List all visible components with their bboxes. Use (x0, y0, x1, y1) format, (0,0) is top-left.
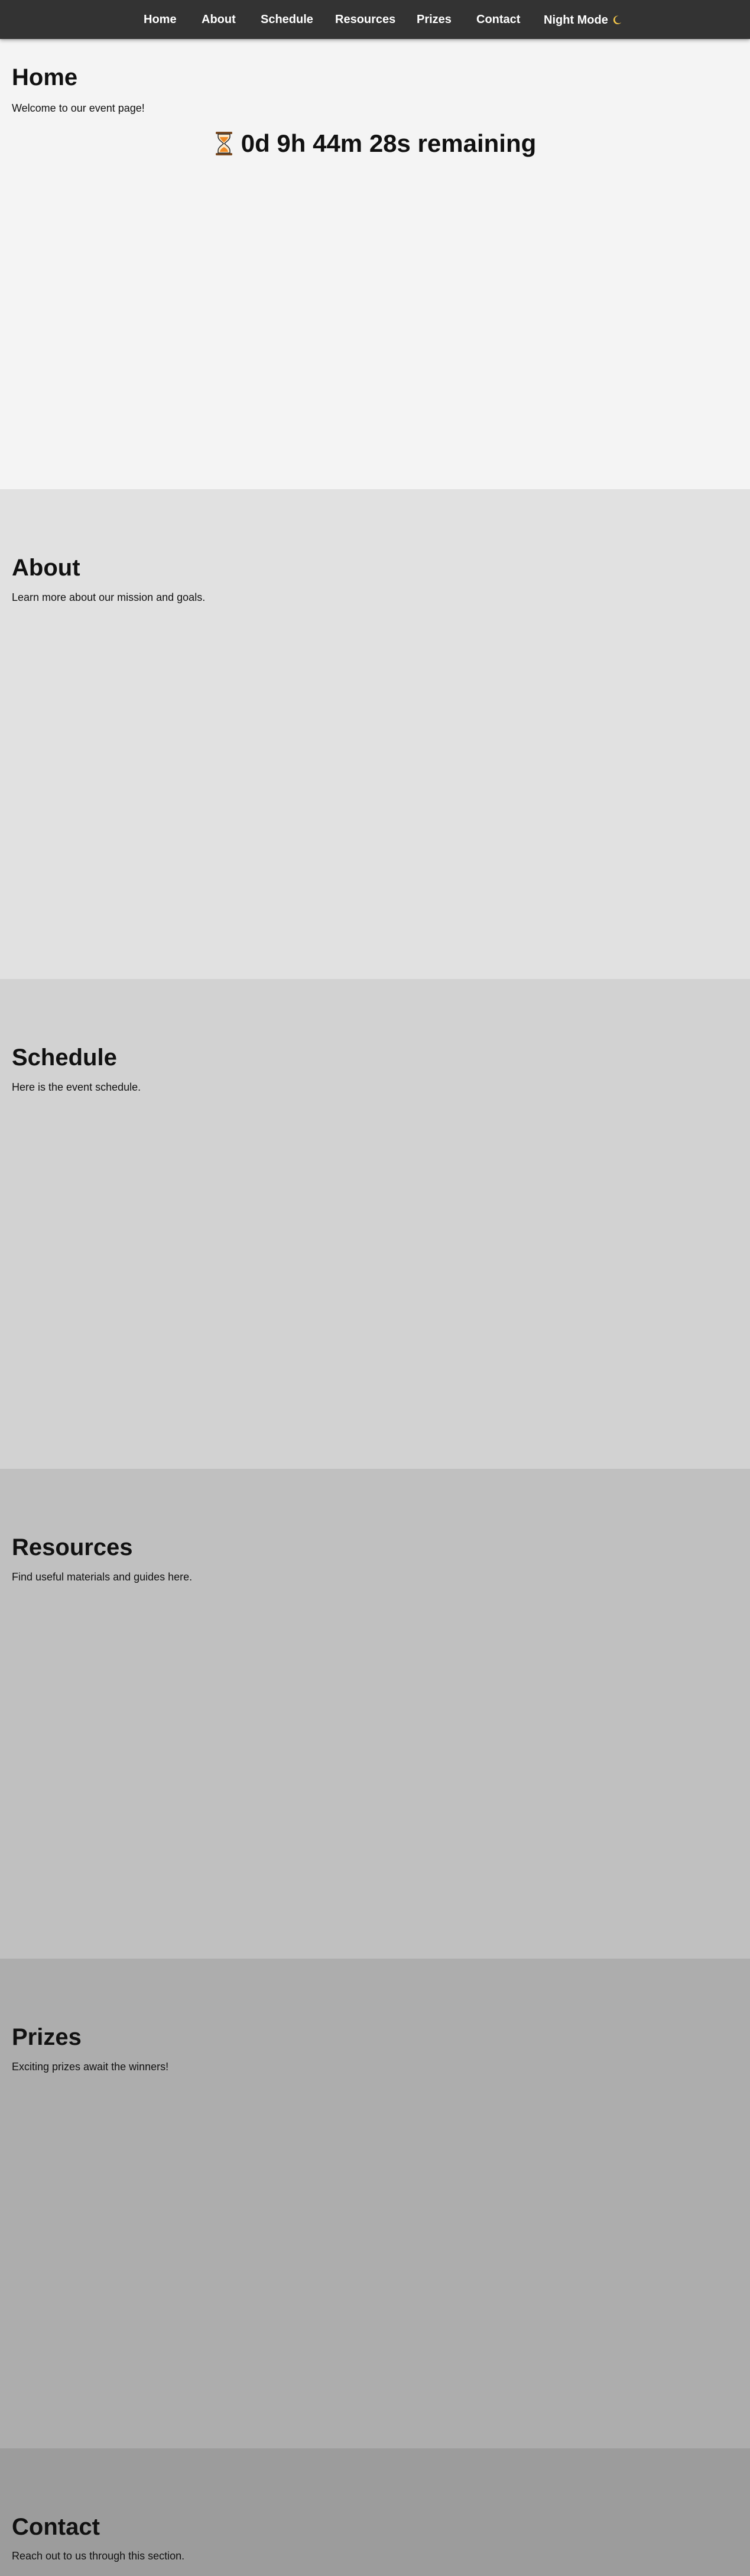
nav-link-contact[interactable]: Contact (476, 13, 520, 26)
countdown-timer: 0d 9h 44m 28s remaining (0, 129, 750, 158)
countdown-text: 0d 9h 44m 28s remaining (241, 129, 537, 157)
nav-link-home[interactable]: Home (144, 13, 177, 26)
section-contact-text: Reach out to us through this section. (12, 2550, 185, 2562)
section-about: About Learn more about our mission and g… (0, 489, 750, 979)
nav-link-about[interactable]: About (202, 13, 236, 26)
section-schedule: Schedule Here is the event schedule. (0, 979, 750, 1469)
section-schedule-title: Schedule (12, 1045, 117, 1071)
section-home: Home Welcome to our event page! 0d 9h 44… (0, 0, 750, 489)
section-resources-text: Find useful materials and guides here. (12, 1571, 193, 1583)
section-prizes: Prizes Exciting prizes await the winners… (0, 1959, 750, 2448)
nav-link-prizes[interactable]: Prizes (417, 13, 452, 26)
section-home-title: Home (12, 64, 78, 90)
night-mode-label: Night Mode (544, 13, 608, 27)
night-mode-button[interactable]: Night Mode (544, 12, 622, 28)
section-about-text: Learn more about our mission and goals. (12, 591, 206, 603)
section-resources: Resources Find useful materials and guid… (0, 1469, 750, 1959)
hourglass-icon (215, 132, 232, 155)
section-prizes-title: Prizes (12, 2024, 82, 2050)
section-prizes-text: Exciting prizes await the winners! (12, 2061, 169, 2073)
section-home-text: Welcome to our event page! (12, 102, 145, 114)
nav-link-schedule[interactable]: Schedule (261, 13, 313, 26)
section-about-title: About (12, 555, 80, 581)
section-contact: Contact Reach out to us through this sec… (0, 2448, 750, 2576)
nav-link-resources[interactable]: Resources (335, 13, 395, 26)
moon-icon (613, 15, 622, 25)
page: Home About Schedule Resources Prizes Con… (0, 0, 750, 2576)
section-resources-title: Resources (12, 1534, 133, 1560)
navbar: Home About Schedule Resources Prizes Con… (0, 0, 750, 39)
section-schedule-text: Here is the event schedule. (12, 1081, 141, 1093)
section-contact-title: Contact (12, 2514, 100, 2540)
